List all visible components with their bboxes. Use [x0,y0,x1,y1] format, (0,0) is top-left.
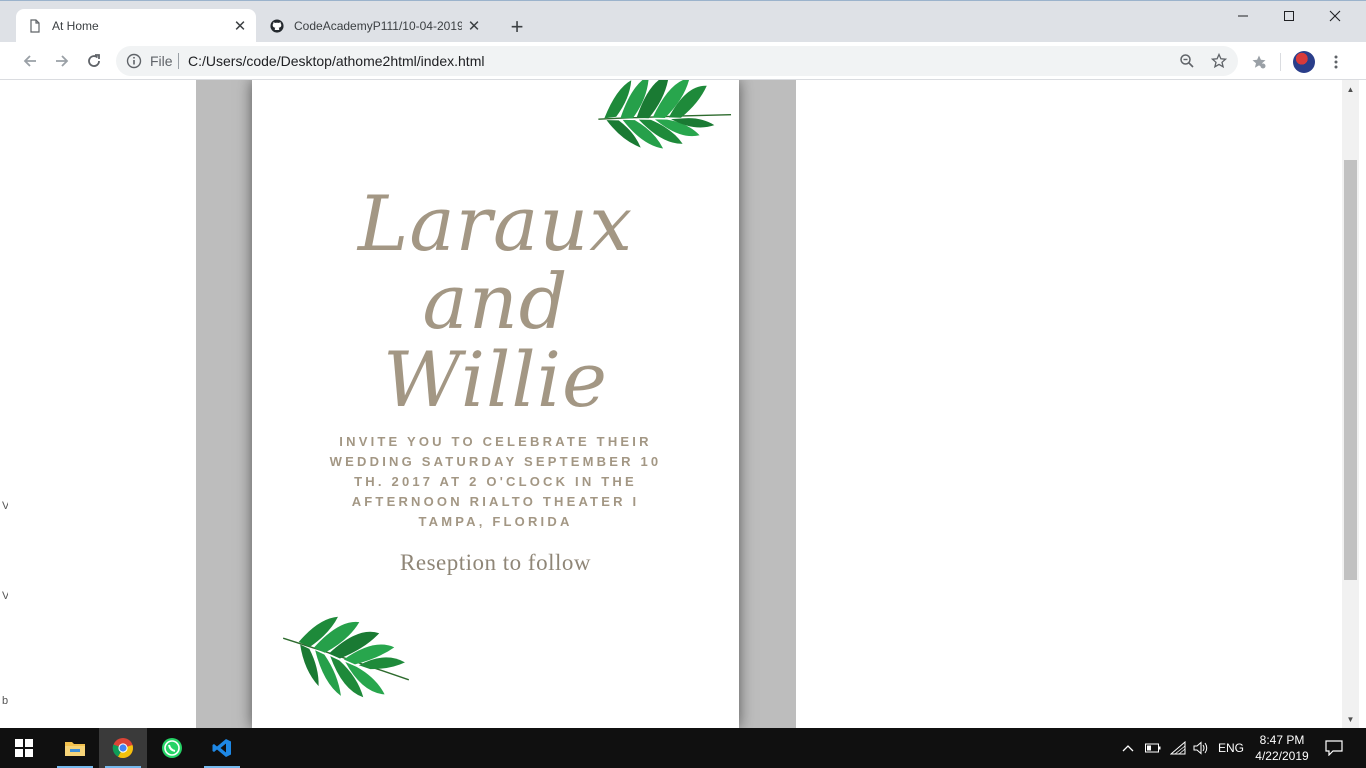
wifi-icon [1170,741,1186,755]
vertical-scrollbar[interactable]: ▲ ▼ [1342,80,1359,728]
toolbar-divider [1280,53,1281,71]
taskbar: ENG 8:47 PM 4/22/2019 [0,728,1366,768]
notification-icon [1325,740,1343,756]
page-icon [30,19,40,33]
invitation-text: INVITE YOU TO CELEBRATE THEIR WEDDING SA… [329,434,662,529]
scroll-up-icon[interactable]: ▲ [1342,82,1359,96]
close-window-button[interactable] [1312,1,1358,31]
close-tab-icon[interactable]: ✕ [464,16,484,36]
reload-icon [88,54,100,67]
name-second: Willie [383,335,608,424]
tab-at-home[interactable]: At Home ✕ [16,9,256,43]
github-icon [270,19,284,33]
whatsapp-icon [162,738,182,758]
speaker-icon [1193,741,1208,755]
name-conjunction: and [422,257,569,346]
page-viewport: Laraux and Willie INVITE YOU TO CELEBRAT… [8,80,1342,728]
kebab-menu-icon [1334,55,1338,69]
taskbar-vscode[interactable] [198,728,246,768]
right-edge-strip [1359,80,1366,728]
minimize-icon [1238,15,1248,17]
info-icon[interactable] [126,53,142,69]
tab-codeacademy[interactable]: CodeAcademyP111/10-04-2019- ✕ [258,9,490,43]
volume-button[interactable] [1190,728,1212,768]
start-button[interactable] [0,728,48,768]
clock-time: 8:47 PM [1259,733,1305,747]
taskbar-whatsapp[interactable] [148,728,196,768]
invitation-card: Laraux and Willie INVITE YOU TO CELEBRAT… [252,80,739,728]
palm-leaf-icon [282,616,410,698]
zoom-out-icon [1180,54,1194,68]
scheme-label: File [150,53,173,69]
clock-date: 4/22/2019 [1255,749,1309,763]
url-text[interactable]: C:/Users/code/Desktop/athome2html/index.… [188,53,484,69]
address-bar[interactable]: File C:/Users/code/Desktop/athome2html/i… [116,46,1238,76]
palm-leaf-icon [598,80,732,149]
maximize-button[interactable] [1266,1,1312,31]
reload-button[interactable] [81,48,107,74]
network-button[interactable] [1167,728,1189,768]
minimize-button[interactable] [1220,1,1266,31]
taskbar-chrome[interactable] [99,728,147,768]
couple-names: Laraux and Willie [252,185,739,419]
scroll-down-icon[interactable]: ▼ [1342,712,1359,726]
zoom-button[interactable] [1177,51,1197,71]
chrome-icon [112,738,133,759]
extension-button[interactable] [1247,50,1271,74]
scroll-thumb[interactable] [1344,160,1357,580]
forward-button[interactable] [49,48,75,74]
browser-toolbar: File C:/Users/code/Desktop/athome2html/i… [0,42,1366,80]
input-language[interactable]: ENG [1214,728,1248,768]
system-clock[interactable]: 8:47 PM 4/22/2019 [1250,732,1314,764]
battery-button[interactable] [1142,728,1164,768]
address-divider [178,53,179,69]
bookmark-button[interactable] [1209,51,1229,71]
tab-title: At Home [52,19,99,33]
name-first: Laraux [357,179,634,268]
profile-avatar[interactable] [1293,51,1315,73]
left-edge-strip: V V b [0,80,9,728]
action-center-button[interactable] [1320,728,1348,768]
extension-star-icon [1252,55,1266,69]
arrow-left-icon [23,55,36,67]
windows-start-icon [15,739,33,757]
reception-text: Reseption to follow [400,550,591,575]
chevron-up-icon [1122,745,1134,752]
taskbar-file-explorer[interactable] [51,728,99,768]
maximize-icon [1284,11,1294,21]
tab-title: CodeAcademyP111/10-04-2019- [294,19,462,33]
close-icon [1329,10,1341,22]
battery-icon [1145,743,1161,753]
star-icon [1211,53,1227,69]
tab-strip: At Home ✕ CodeAcademyP111/10-04-2019- ✕ … [0,0,1366,43]
menu-button[interactable] [1324,50,1348,74]
close-tab-icon[interactable]: ✕ [230,16,250,36]
arrow-right-icon [56,55,69,67]
new-tab-button[interactable]: + [504,14,530,39]
vscode-icon [212,739,231,757]
file-explorer-icon [65,742,85,756]
tray-overflow-button[interactable] [1118,728,1138,768]
back-button[interactable] [17,48,43,74]
